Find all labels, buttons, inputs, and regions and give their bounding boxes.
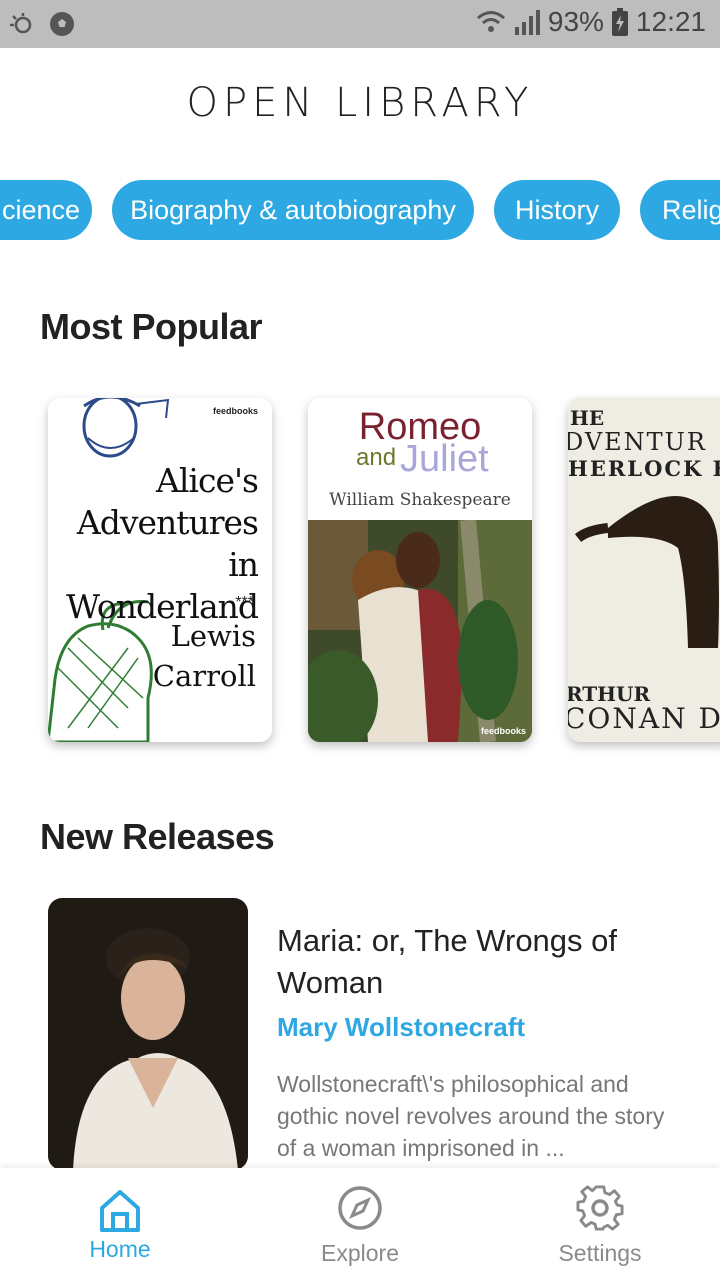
app-title: OPEN LIBRARY [186,80,534,126]
nav-explore[interactable]: Explore [240,1168,480,1280]
portrait-illustration [48,898,248,1170]
chip-label: cience [2,194,81,225]
book-title-bottom: Juliet [400,438,489,480]
book-cover-romeo-juliet[interactable]: Romeo and Juliet William Shakespeare fee… [308,398,532,742]
nav-settings[interactable]: Settings [480,1168,720,1280]
title-line: Adventures in [76,503,259,584]
chip-history[interactable]: History [494,180,620,240]
book-author: Lewis Carroll [153,616,256,696]
author-line: Lewis [170,619,256,653]
publisher-logo: feedbooks [212,406,258,416]
battery-charging-icon [611,8,628,36]
book-title-and: and [356,444,397,471]
author-line: CONAN D [568,702,720,735]
book-cover-alice[interactable]: feedbooks Alice's Adventures in Wonderla… [48,398,272,742]
battery-percent: 93% [547,6,604,37]
title-line: Alice's [156,461,259,500]
nav-home-label: Home [89,1236,151,1262]
category-chips: cience Biography & autobiography History… [0,180,720,242]
chip-biography[interactable]: Biography & autobiography [112,180,474,240]
release-author[interactable]: Mary Wollstonecraft [277,1012,525,1043]
chip-religion[interactable]: Relig [640,180,720,240]
chip-label: Biography & autobiography [130,194,456,225]
gear-icon [576,1185,624,1231]
compass-icon [338,1186,382,1230]
nav-explore-label: Explore [321,1240,399,1266]
nav-settings-label: Settings [558,1240,642,1266]
book-author: William Shakespeare [329,490,511,510]
release-description: Wollstonecraft\'s philosophical and goth… [277,1071,665,1161]
section-title-new-releases: New Releases [40,816,275,857]
author-line: Carroll [152,659,256,693]
ornament: *** [235,594,254,611]
chip-label: Relig [662,194,720,225]
chip-science[interactable]: cience [0,180,92,240]
chip-label: History [515,194,600,225]
weather-icon [10,13,32,34]
status-bar: 93% 12:21 [0,0,720,48]
signal-icon [514,10,540,35]
nav-home[interactable]: Home [0,1168,240,1280]
book-title: Alice's Adventures in Wonderland [48,460,259,628]
painting-illustration [308,520,532,742]
bottom-nav: Home Explore Settings [0,1168,720,1280]
publisher-logo: feedbooks [480,726,526,736]
home-icon [100,1190,140,1232]
book-cover-sherlock[interactable]: HE DVENTUR HERLOCK H RTHUR CONAN D [568,398,720,742]
wifi-icon [476,11,505,32]
soccer-ball-icon [50,12,74,36]
app-bar: OPEN LIBRARY [0,48,720,158]
section-title-most-popular: Most Popular [40,306,263,347]
release-title[interactable]: Maria: or, The Wrongs of Woman [277,920,677,1004]
clock: 12:21 [635,6,706,37]
release-cover[interactable] [48,898,248,1170]
